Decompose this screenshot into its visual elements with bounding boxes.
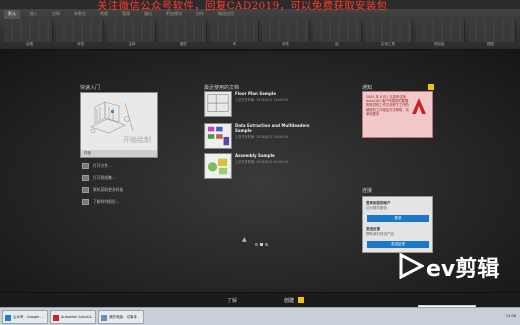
ribbon-tab-default[interactable]: 默认 xyxy=(4,10,20,19)
ribbon-panel-modify[interactable] xyxy=(55,20,104,42)
get-more-templates-link[interactable]: 联机获取更多样板 xyxy=(82,184,162,196)
link-label: 联机获取更多样板 xyxy=(93,187,124,192)
system-clock[interactable]: 11:06 xyxy=(448,310,520,324)
tab-learn[interactable]: 了解 xyxy=(227,297,237,304)
folder-icon xyxy=(82,163,89,169)
link-label: 打开文件... xyxy=(93,163,112,168)
notifications-heading: 通知 xyxy=(362,85,373,91)
notification-count-badge xyxy=(428,84,434,90)
open-file-link[interactable]: 打开文件... xyxy=(82,160,162,172)
connect-heading: 连接 xyxy=(362,188,373,194)
sample-icon xyxy=(82,199,89,205)
page-dot-active[interactable] xyxy=(260,243,263,246)
recent-document-time: 上次打开时间: 2019/6/12 16:09:16 xyxy=(235,135,288,139)
page-indicator xyxy=(255,243,268,246)
ribbon-panel-annotation[interactable] xyxy=(107,20,156,42)
taskbar-item-label: 公众号 - Google ... xyxy=(13,315,44,319)
sheet-set-icon xyxy=(82,175,89,181)
taskbar-item-autocad[interactable]: Autodesk AutoCA... xyxy=(50,310,96,324)
ribbon-panel-clipboard[interactable] xyxy=(416,20,465,42)
browser-icon xyxy=(5,315,11,321)
recent-documents-heading: 最近使用的文档 xyxy=(204,85,240,91)
open-sheet-set-link[interactable]: 打开图纸集... xyxy=(82,172,162,184)
feedback-subtitle: 帮助我们改进产品 xyxy=(366,232,394,236)
page-dot[interactable] xyxy=(255,243,258,246)
recent-document-item[interactable]: Assembly Sample 上次打开时间: 2019/6/12 16:09:… xyxy=(204,153,314,181)
start-drawing-tile[interactable]: 开始绘制 样板 xyxy=(80,92,158,158)
quick-start-heading: 快速入门 xyxy=(80,85,101,91)
panel-title: 视图 xyxy=(486,42,494,46)
panel-title: 注释 xyxy=(128,42,136,46)
ribbon-panel-view[interactable] xyxy=(467,20,516,42)
ribbon-panel-block[interactable] xyxy=(210,20,259,42)
explore-samples-link[interactable]: 了解样例图形... xyxy=(82,196,162,208)
recent-document-title: Floor Plan Sample xyxy=(235,91,276,96)
ribbon-panels xyxy=(4,20,516,42)
panel-title: 修改 xyxy=(77,42,85,46)
data-extraction-thumbnail xyxy=(204,123,232,149)
ev-logo-icon xyxy=(399,253,424,279)
panel-title: 剪贴板 xyxy=(433,42,445,46)
ribbon-panel-groups[interactable] xyxy=(313,20,362,42)
autocad-logo-icon xyxy=(412,98,426,114)
recent-document-item[interactable]: Floor Plan Sample 上次打开时间: 2019/6/12 16:0… xyxy=(204,91,314,119)
template-selector[interactable]: 样板 xyxy=(81,150,157,157)
notepad-icon xyxy=(101,315,107,321)
taskbar-item-notepad[interactable]: 我的电脑 - 记事本 xyxy=(98,310,144,324)
recent-document-item[interactable]: Data Extraction and Multileaders Sample … xyxy=(204,123,314,151)
ribbon-panel-draw[interactable] xyxy=(4,20,53,42)
building-sketch-icon xyxy=(90,101,134,134)
taskbar-item-label: Autodesk AutoCA... xyxy=(61,315,95,319)
quick-start-links: 打开文件... 打开图纸集... 联机获取更多样板 了解样例图形... xyxy=(82,160,162,208)
page-dot[interactable] xyxy=(265,243,268,246)
tab-create[interactable]: 创建 xyxy=(284,297,294,304)
autocad-icon xyxy=(53,315,59,321)
signin-subtitle: 访问联机服务 xyxy=(366,206,387,210)
watermark-text: 关注微信公众号软件，回复CAD2019，可以免费获取安装包 xyxy=(97,0,388,12)
taskbar-item-label: 我的电脑 - 记事本 xyxy=(109,315,137,319)
ribbon-panel-utilities[interactable] xyxy=(364,20,413,42)
ribbon-tab-annotate[interactable]: 注释 xyxy=(48,10,64,19)
assembly-thumbnail xyxy=(204,153,232,179)
link-label: 了解样例图形... xyxy=(93,199,120,204)
chevron-up-icon[interactable]: ▲ xyxy=(242,236,247,243)
link-label: 打开图纸集... xyxy=(93,175,116,180)
recent-document-time: 上次打开时间: 2019/6/12 16:09:16 xyxy=(235,160,288,164)
panel-title: 特性 xyxy=(282,42,290,46)
recent-document-time: 上次打开时间: 2019/6/12 16:09:16 xyxy=(235,98,288,102)
ribbon-tab-parametric[interactable]: 参数化 xyxy=(70,10,90,19)
signin-button[interactable]: 登录 xyxy=(367,215,429,222)
panel-title: 块 xyxy=(232,42,237,46)
panel-title: 图层 xyxy=(179,42,187,46)
panel-title: 绘图 xyxy=(26,42,34,46)
recent-document-title: Assembly Sample xyxy=(235,153,275,158)
taskbar-item-browser[interactable]: 公众号 - Google ... xyxy=(2,310,48,324)
create-tab-badge xyxy=(298,297,304,303)
ribbon-panel-titles: 绘图 修改 注释 图层 块 特性 组 实用工具 剪贴板 视图 xyxy=(4,42,516,47)
panel-title: 实用工具 xyxy=(381,42,396,46)
ribbon-panel-properties[interactable] xyxy=(261,20,310,42)
ribbon-panel-layers[interactable] xyxy=(158,20,207,42)
ribbon-tab-insert[interactable]: 插入 xyxy=(26,10,42,19)
notification-text: 2005 年 8 月1 日发布试用 AutoCAD 用户所提供的数据所提供的工作… xyxy=(366,95,409,116)
ev-watermark: ev剪辑 xyxy=(398,247,518,289)
template-icon xyxy=(82,187,89,193)
notification-card[interactable]: 2005 年 8 月1 日发布试用 AutoCAD 用户所提供的数据所提供的工作… xyxy=(362,91,433,138)
recent-document-title: Data Extraction and Multileaders Sample xyxy=(235,123,310,133)
start-drawing-caption: 开始绘制 xyxy=(123,136,151,144)
taskbar: 公众号 - Google ... Autodesk AutoCA... 我的电脑… xyxy=(0,307,520,325)
ev-brand-text: ev剪辑 xyxy=(426,257,500,282)
floor-plan-thumbnail xyxy=(204,91,232,117)
connect-panel: 登录到您的帐户 访问联机服务 登录 发送反馈 帮助我们改进产品 发送反馈 xyxy=(362,196,433,253)
panel-title: 组 xyxy=(335,42,339,46)
